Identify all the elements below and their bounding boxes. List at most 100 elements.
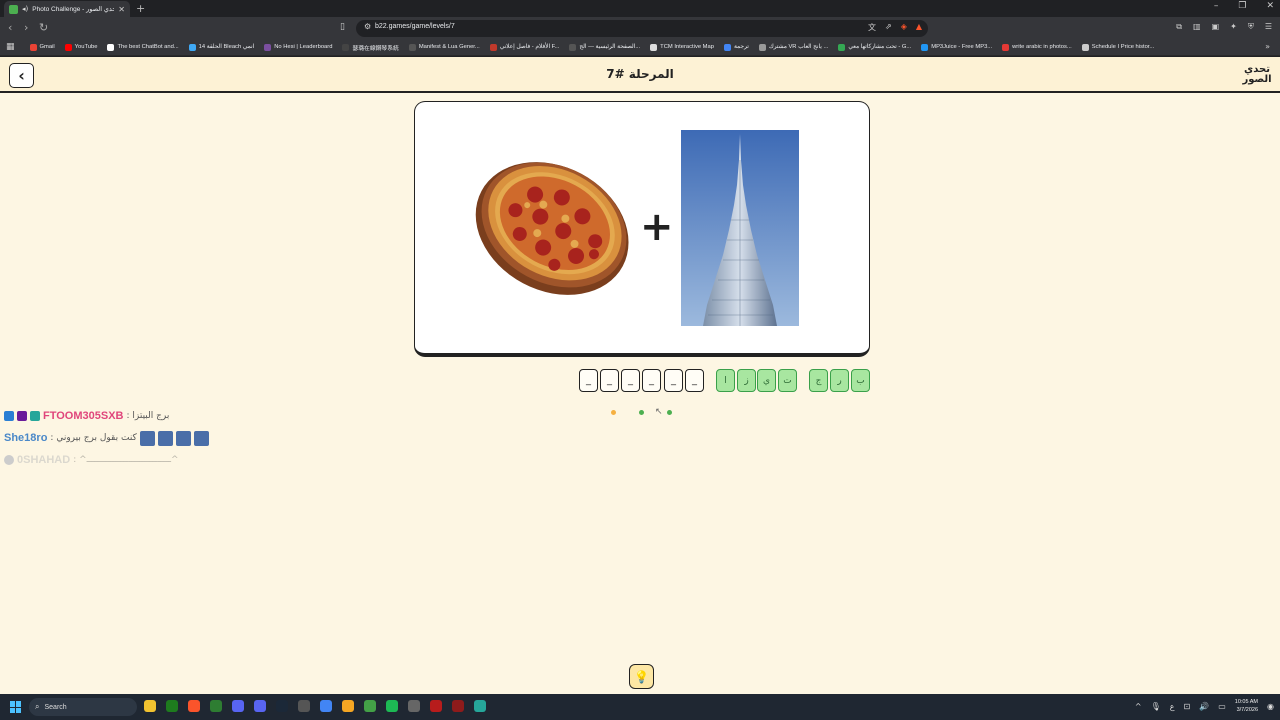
letter-tile[interactable]: ج bbox=[809, 369, 828, 392]
translate-icon[interactable]: 文 bbox=[868, 22, 876, 33]
steam-icon[interactable] bbox=[276, 700, 288, 712]
bookmark-label: ترجمة bbox=[733, 44, 749, 50]
forward-nav-icon[interactable]: › bbox=[24, 21, 28, 34]
discord-icon[interactable] bbox=[232, 700, 244, 712]
clock[interactable]: 10:05 AM 3/7/2026 bbox=[1235, 698, 1258, 714]
apps-grid-icon[interactable]: ▦ bbox=[6, 42, 15, 52]
letter-tile[interactable]: ت bbox=[778, 369, 797, 392]
bookmark-icon[interactable]: ▯ bbox=[340, 22, 345, 32]
app-icon-1[interactable] bbox=[342, 700, 354, 712]
bookmark-item[interactable]: Schedule I Price histor... bbox=[1077, 43, 1160, 51]
taskbar-search[interactable]: ⌕ Search bbox=[29, 698, 137, 716]
bookmark-label: Gmail bbox=[39, 44, 55, 50]
bookmark-favicon-icon bbox=[569, 43, 577, 51]
bookmark-item[interactable]: Gmail bbox=[25, 43, 60, 51]
tab-favicon-icon bbox=[9, 4, 18, 14]
answer-slot[interactable]: _ bbox=[621, 369, 640, 392]
more-bookmarks-icon[interactable]: » bbox=[1265, 42, 1270, 51]
search-icon: ⌕ bbox=[35, 702, 40, 711]
bookmark-item[interactable]: MP3Juice - Free MP3... bbox=[916, 43, 997, 51]
bookmark-item[interactable]: الحلقة 14 Bleach انمي bbox=[184, 43, 260, 51]
close-tab-icon[interactable]: ✕ bbox=[118, 5, 125, 14]
bookmark-item[interactable]: الصفحة الرئيسية — الج... bbox=[564, 43, 645, 51]
browser-tab[interactable]: ◂) Photo Challenge - لعبة تحدي الصور ✕ bbox=[4, 1, 130, 17]
brave-rewards-icon[interactable]: ▲ bbox=[916, 22, 922, 33]
minimize-icon[interactable]: – bbox=[1214, 1, 1219, 11]
bookmark-favicon-icon bbox=[264, 43, 272, 51]
spotify-icon[interactable] bbox=[386, 700, 398, 712]
xbox-icon[interactable] bbox=[166, 700, 178, 712]
bookmark-item[interactable]: YouTube bbox=[60, 43, 103, 51]
answer-slot[interactable]: _ bbox=[642, 369, 661, 392]
letter-tile[interactable]: ز bbox=[737, 369, 756, 392]
letter-tile[interactable]: ر bbox=[830, 369, 849, 392]
page-header: ‹ المرحلة #7 تحدي الصور bbox=[0, 57, 1280, 93]
app-icon-5[interactable] bbox=[452, 700, 464, 712]
brave-shield-icon[interactable]: ◈ bbox=[901, 22, 907, 33]
discord-ptb-icon[interactable] bbox=[254, 700, 266, 712]
site-logo[interactable]: تحدي الصور bbox=[1242, 63, 1272, 87]
bookmark-item[interactable]: Manifest & Lua Gener... bbox=[404, 43, 485, 51]
puzzle-card: + bbox=[414, 101, 870, 357]
answer-slot[interactable]: _ bbox=[579, 369, 598, 392]
letter-tile[interactable]: ب bbox=[851, 369, 870, 392]
bookmark-item[interactable]: 瑟璐在線鋼琴系統 bbox=[337, 43, 403, 52]
bookmark-item[interactable]: الأفلام - فاصل إعلاني F... bbox=[485, 43, 565, 51]
chat-message: 0SHAHAD: ^ــــــــــــــــــــــــــــــ… bbox=[4, 449, 209, 471]
bookmark-item[interactable]: No Hesi | Leaderboard bbox=[259, 43, 337, 51]
answer-slot[interactable]: _ bbox=[685, 369, 704, 392]
bookmark-item[interactable]: ترجمة bbox=[719, 43, 754, 51]
leo-icon[interactable]: ✦ bbox=[1230, 22, 1237, 32]
app-icon-4[interactable] bbox=[430, 700, 442, 712]
file-explorer-icon[interactable] bbox=[144, 700, 156, 712]
tray-chevron-icon[interactable]: ^ bbox=[1135, 702, 1142, 711]
sidebar-icon[interactable]: ▥ bbox=[1193, 22, 1201, 32]
chat-username: She18ro bbox=[4, 432, 48, 444]
bookmark-item[interactable]: TCM Interactive Map bbox=[645, 43, 719, 51]
browser-tab-bar: ◂) Photo Challenge - لعبة تحدي الصور ✕ +… bbox=[0, 0, 1280, 17]
letter-tile[interactable]: ا bbox=[716, 369, 735, 392]
bookmark-label: No Hesi | Leaderboard bbox=[274, 44, 333, 50]
letter-tile[interactable]: ي bbox=[757, 369, 776, 392]
app-icon-6[interactable] bbox=[474, 700, 486, 712]
bookmark-favicon-icon bbox=[408, 43, 416, 51]
volume-icon[interactable]: 🔊 bbox=[1199, 702, 1209, 711]
windows-start-icon[interactable] bbox=[10, 701, 22, 713]
bookmark-item[interactable]: تحت مشاركاتها معي - G... bbox=[833, 43, 916, 51]
bookmark-item[interactable]: The best ChatBot and... bbox=[102, 43, 183, 51]
extensions-icon[interactable]: ⧉ bbox=[1176, 22, 1182, 32]
reload-icon[interactable]: ↻ bbox=[39, 21, 48, 34]
back-nav-icon[interactable]: ‹ bbox=[8, 21, 12, 34]
bookmark-item[interactable]: write arabic in photos... bbox=[997, 43, 1077, 51]
app-icon-2[interactable] bbox=[364, 700, 376, 712]
url-text: b22.games/game/levels/7 bbox=[375, 23, 455, 30]
answer-slot[interactable]: _ bbox=[600, 369, 619, 392]
notification-icon[interactable]: ◉ bbox=[1267, 702, 1274, 711]
new-tab-button[interactable]: + bbox=[136, 2, 145, 15]
close-window-icon[interactable]: ✕ bbox=[1266, 1, 1274, 11]
share-icon[interactable]: ⇗ bbox=[885, 22, 892, 33]
app-icon-3[interactable] bbox=[408, 700, 420, 712]
hint-button[interactable]: 💡 bbox=[629, 664, 654, 689]
brave-icon[interactable] bbox=[188, 700, 200, 712]
bookmark-favicon-icon bbox=[64, 43, 72, 51]
bookmark-label: الأفلام - فاصل إعلاني F... bbox=[499, 44, 560, 50]
audio-icon[interactable]: ◂) bbox=[22, 5, 28, 13]
restore-icon[interactable]: ❐ bbox=[1238, 1, 1246, 11]
game-launcher-icon[interactable] bbox=[210, 700, 222, 712]
chat-message: She18ro: كنت بقول برج بيروني bbox=[4, 427, 209, 449]
network-icon[interactable]: ⊡ bbox=[1184, 702, 1191, 711]
address-bar[interactable]: ⚙ b22.games/game/levels/7 文 ⇗ ◈ ▲ bbox=[356, 20, 928, 37]
menu-icon[interactable]: ☰ bbox=[1265, 22, 1272, 32]
answer-slot[interactable]: _ bbox=[664, 369, 683, 392]
tower-image bbox=[681, 130, 799, 326]
vpn-icon[interactable]: ⛨ bbox=[1248, 22, 1254, 32]
microphone-icon[interactable]: 🎙 bbox=[1151, 702, 1161, 711]
language-indicator[interactable]: ع bbox=[1170, 702, 1175, 711]
wallet-icon[interactable]: ▣ bbox=[1212, 22, 1220, 32]
site-info-icon[interactable]: ⚙ bbox=[364, 22, 371, 31]
bookmark-item[interactable]: مشترك VR يانج العاب ... bbox=[754, 43, 834, 51]
chrome-icon[interactable] bbox=[320, 700, 332, 712]
settings-icon[interactable] bbox=[298, 700, 310, 712]
battery-icon[interactable]: ▭ bbox=[1218, 702, 1226, 711]
